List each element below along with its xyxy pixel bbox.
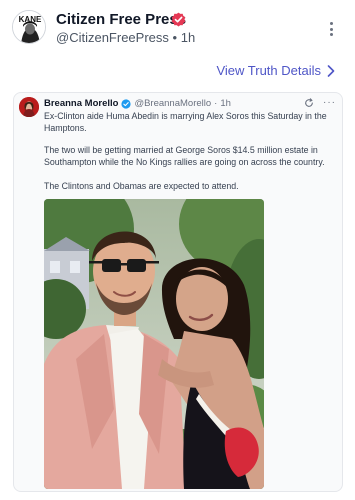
author-handle[interactable]: @CitizenFreePress <box>56 30 169 45</box>
view-truth-details-link[interactable]: View Truth Details <box>216 63 335 78</box>
quoted-paragraph-3: The Clintons and Obamas are expected to … <box>44 181 239 191</box>
author-avatar[interactable]: KANE <box>12 10 46 44</box>
author-display-name[interactable]: Citizen Free Press <box>56 11 186 28</box>
quoted-paragraph-2: The two will be getting married at Georg… <box>44 145 325 167</box>
quoted-post-photo[interactable] <box>44 199 264 489</box>
chevron-right-icon <box>327 64 335 77</box>
author-handle-row: @CitizenFreePress • 1h <box>56 30 195 45</box>
vertical-ellipsis-icon[interactable] <box>324 20 338 38</box>
quoted-post-header: Breanna Morello @BreannaMorello · 1h <box>44 98 231 109</box>
quoted-post-time: 1h <box>220 98 231 109</box>
quoted-author-handle[interactable]: @BreannaMorello <box>134 98 211 109</box>
quoted-meta-separator: · <box>214 98 218 109</box>
refresh-icon[interactable] <box>304 98 314 108</box>
quoted-verified-icon <box>121 98 132 109</box>
verified-badge-icon <box>171 12 186 27</box>
quoted-post-card[interactable]: Breanna Morello @BreannaMorello · 1h ···… <box>13 92 343 492</box>
meta-separator: • <box>172 30 178 45</box>
post-time: 1h <box>180 30 196 45</box>
post-header: KANE Citizen Free Press @CitizenFreePres… <box>0 0 355 56</box>
quoted-paragraph-1: Ex-Clinton aide Huma Abedin is marrying … <box>44 111 327 133</box>
quoted-author-avatar[interactable] <box>19 97 39 117</box>
view-truth-details-label: View Truth Details <box>216 63 321 78</box>
quoted-author-name[interactable]: Breanna Morello <box>44 98 118 109</box>
horizontal-ellipsis-icon[interactable]: ··· <box>323 98 336 108</box>
